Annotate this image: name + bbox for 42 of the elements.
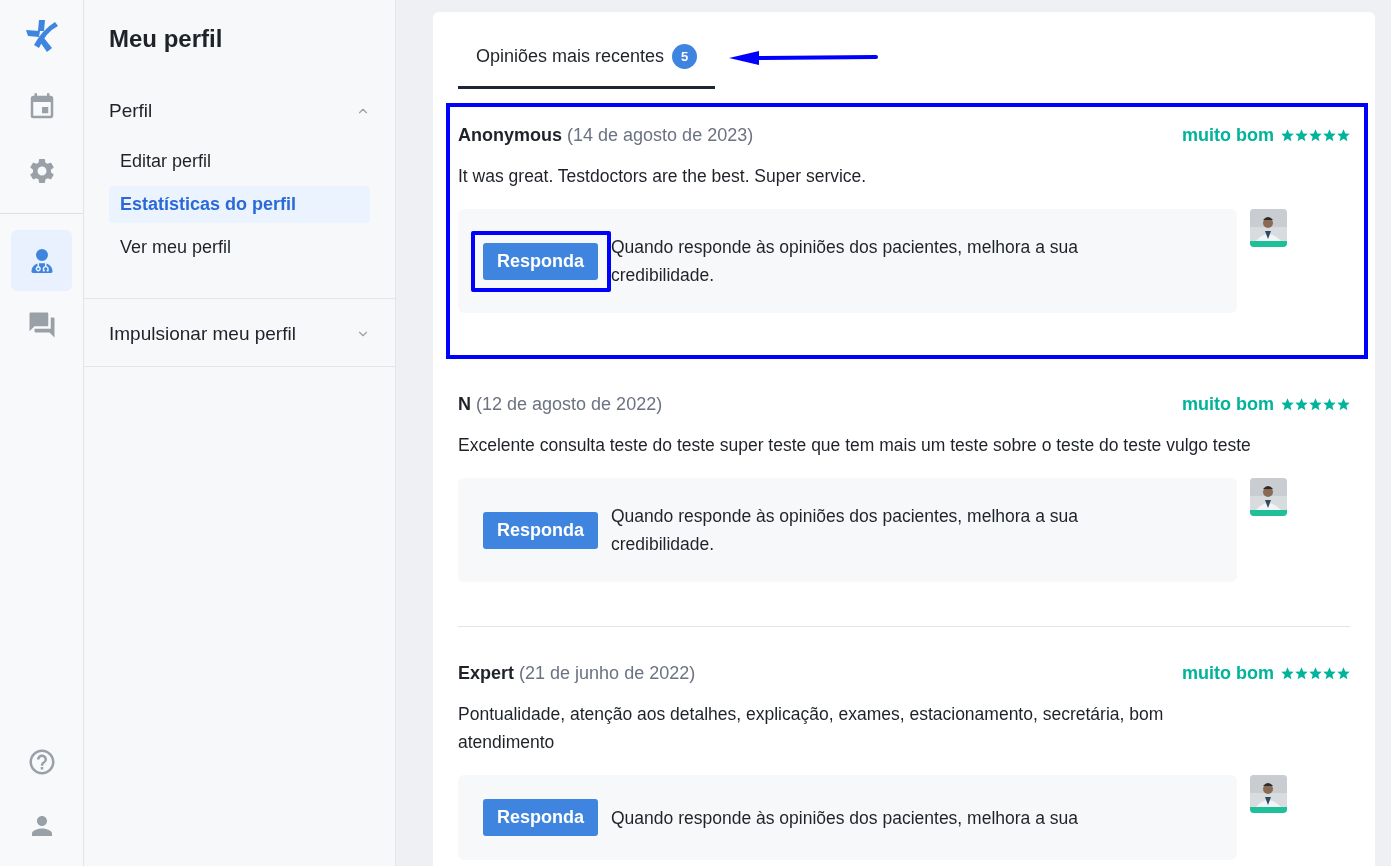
- review-author: N (12 de agosto de 2022): [458, 393, 663, 415]
- sidebar-item[interactable]: Ver meu perfil: [109, 229, 370, 266]
- star-icon: [1322, 127, 1337, 143]
- review-author: Expert (21 de junho de 2022): [458, 662, 696, 684]
- star-icon: [1336, 396, 1351, 412]
- section-header[interactable]: Perfil: [109, 93, 370, 129]
- review-text: Pontualidade, atenção aos detalhes, explicação, exames, estacionamento, secretária, bom atendimento: [458, 703, 1165, 754]
- star-icon: [1294, 396, 1309, 412]
- reply-button[interactable]: Responda: [483, 511, 598, 549]
- star-icon: [1322, 396, 1337, 412]
- rating-label: muito bom: [1182, 124, 1274, 146]
- star-icon: [1336, 665, 1351, 681]
- count-badge: 5: [672, 44, 698, 69]
- reply-hint: Quando responde às opiniões dos pacientes, melhora a sua: [611, 806, 1078, 830]
- star-icon: [1336, 127, 1351, 143]
- sidebar-item[interactable]: Editar perfil: [109, 143, 370, 180]
- reply-button[interactable]: Responda: [483, 799, 598, 836]
- reply-hint: Quando responde às opiniões dos pacientes, melhora a sua credibilidade.: [611, 505, 1079, 556]
- rating-label: muito bom: [1182, 393, 1274, 415]
- review-author: Anonymous (14 de agosto de 2023): [458, 124, 754, 146]
- star-icon: [1280, 127, 1295, 143]
- reply-button[interactable]: Responda: [483, 242, 598, 280]
- section-header[interactable]: Impulsionar meu perfil: [109, 316, 370, 352]
- nav-button[interactable]: [11, 230, 72, 291]
- star-icon: [1280, 396, 1295, 412]
- review-text: It was great. Testdoctors are the best. Super service.: [458, 165, 868, 188]
- star-icon: [1308, 665, 1323, 681]
- star-icon: [1322, 665, 1337, 681]
- logo-icon: [23, 18, 60, 54]
- doctor-icon: [29, 248, 54, 273]
- sidebar-item[interactable]: Estatísticas do perfil: [109, 186, 370, 223]
- star-icon: [1294, 665, 1309, 681]
- tab-label: Opiniões mais recentes: [475, 46, 665, 67]
- tab[interactable]: Opiniões mais recentes 5: [458, 34, 715, 89]
- star-icon: [1280, 665, 1295, 681]
- star-icon: [1308, 127, 1323, 143]
- reply-hint: Quando responde às opiniões dos pacientes, melhora a sua credibilidade.: [611, 236, 1079, 287]
- star-icon: [1294, 127, 1309, 143]
- star-icon: [1308, 396, 1323, 412]
- rating-label: muito bom: [1182, 662, 1274, 684]
- page-title: Meu perfil: [108, 24, 224, 54]
- review-text: Excelente consulta teste do teste super teste que tem mais um teste sobre o teste do teste vulgo teste: [458, 434, 1252, 457]
